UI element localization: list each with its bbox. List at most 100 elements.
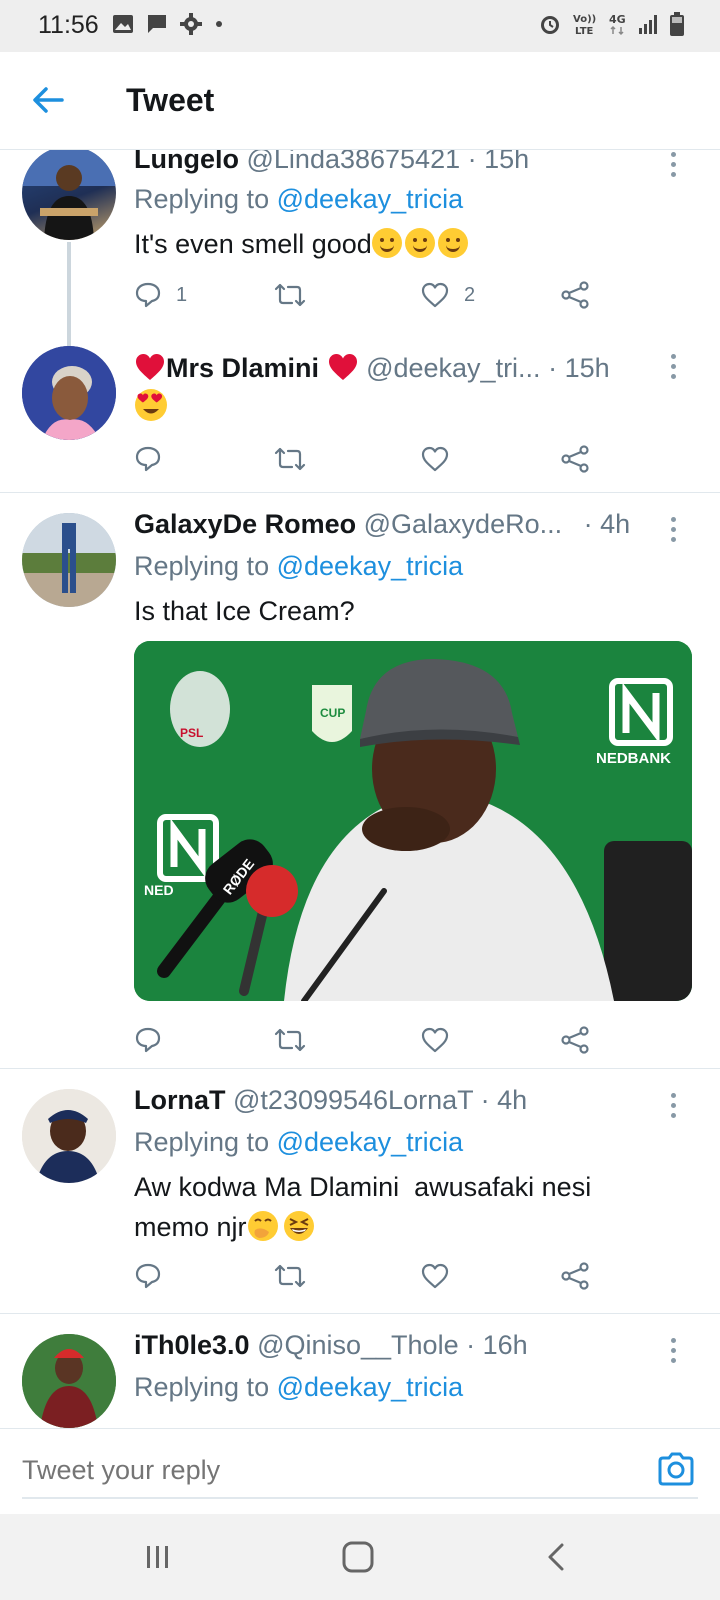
like-count: 2 (464, 283, 476, 306)
share-button[interactable] (560, 1261, 590, 1291)
tweet-text-line-2: memo njr (134, 1207, 674, 1247)
avatar[interactable] (22, 150, 116, 240)
tweet-media-photo[interactable]: PSL CUP NEDBANK NED RØDE (134, 641, 692, 1001)
replying-to-mention[interactable]: @deekay_tricia (277, 184, 464, 214)
tweet-text (134, 388, 168, 433)
retweet-button[interactable] (274, 444, 306, 474)
heart-outline-icon (421, 1263, 449, 1289)
tweet-text-line-1: Aw kodwa Ma Dlamini awusafaki nesi (134, 1172, 592, 1202)
like-button[interactable]: 2 (420, 280, 475, 310)
retweet-icon (274, 283, 306, 307)
tweet-header: Mrs Dlamini @deekay_tri... · 15h (134, 352, 610, 384)
heart-outline-icon (421, 446, 449, 472)
reply-button[interactable] (134, 1025, 162, 1055)
more-options-icon[interactable] (668, 354, 678, 382)
more-options-icon[interactable] (668, 1338, 678, 1366)
tweet-text-content: It's even smell good (134, 229, 372, 259)
author-name[interactable]: iTh0le3.0 (134, 1330, 250, 1360)
camera-icon[interactable] (656, 1451, 696, 1487)
system-nav-bar (0, 1514, 720, 1600)
tweet-text: Is that Ice Cream? (134, 591, 355, 631)
red-heart-emoji (136, 354, 164, 380)
avatar[interactable] (22, 1089, 116, 1183)
tweet-header: GalaxyDe Romeo @GalaxydeRo... · 4h (134, 509, 630, 540)
retweet-icon (274, 1028, 306, 1052)
reply-feed[interactable]: Lungelo @Linda38675421 · 15h Replying to… (0, 150, 720, 1428)
grinning-squint-face-emoji (283, 1211, 314, 1241)
author-name[interactable]: LornaT (134, 1085, 226, 1115)
recent-apps-icon[interactable] (138, 1540, 178, 1574)
share-icon (561, 281, 589, 309)
4g-icon: 4G (609, 13, 626, 36)
reply-input[interactable] (22, 1443, 698, 1499)
tweet-actions (134, 1025, 614, 1055)
retweet-icon (274, 1264, 306, 1288)
press-conference-photo: PSL CUP NEDBANK NED RØDE (134, 641, 692, 1001)
share-icon (561, 445, 589, 473)
red-heart-emoji (328, 354, 357, 380)
yum-face-emoji (371, 228, 402, 258)
author-handle[interactable]: @deekay_tri... (366, 353, 541, 383)
share-icon (561, 1262, 589, 1290)
author-name[interactable]: Lungelo (134, 150, 239, 174)
share-button[interactable] (560, 444, 590, 474)
like-button[interactable] (420, 444, 450, 474)
replying-to: Replying to @deekay_tricia (134, 1372, 463, 1403)
tweet-header: LornaT @t23099546LornaT · 4h (134, 1085, 527, 1116)
tweet-actions (134, 444, 614, 474)
replying-to: Replying to @deekay_tricia (134, 551, 463, 582)
svg-text:LTE: LTE (575, 26, 594, 36)
like-button[interactable] (420, 1025, 450, 1055)
author-handle[interactable]: @t23099546LornaT (233, 1085, 473, 1115)
avatar-photo (22, 1334, 116, 1428)
thread-line (67, 242, 71, 346)
retweet-icon (274, 447, 306, 471)
replying-to-label: Replying to (134, 1372, 270, 1402)
page-title: Tweet (126, 82, 215, 118)
author-handle[interactable]: @GalaxydeRo... (364, 509, 563, 539)
tweet-time: · 15h (548, 353, 610, 383)
author-name[interactable]: GalaxyDe Romeo (134, 509, 356, 539)
share-button[interactable] (560, 1025, 590, 1055)
home-icon[interactable] (338, 1540, 378, 1574)
avatar[interactable] (22, 513, 116, 607)
dot-icon (216, 21, 222, 27)
author-handle[interactable]: @Qiniso__Thole (257, 1330, 459, 1360)
heart-outline-icon (421, 282, 449, 308)
avatar[interactable] (22, 1334, 116, 1428)
reply-button[interactable] (134, 1261, 162, 1291)
author-handle[interactable]: @Linda38675421 (247, 150, 461, 174)
share-icon (561, 1026, 589, 1054)
retweet-button[interactable] (274, 280, 306, 310)
avatar[interactable] (22, 346, 116, 440)
gear-icon (180, 13, 202, 35)
replying-to-mention[interactable]: @deekay_tricia (277, 1127, 464, 1157)
share-button[interactable] (560, 280, 590, 310)
svg-text:CUP: CUP (320, 706, 345, 720)
retweet-button[interactable] (274, 1025, 306, 1055)
like-button[interactable] (420, 1261, 450, 1291)
more-options-icon[interactable] (668, 152, 678, 180)
more-options-icon[interactable] (668, 517, 678, 545)
tweet-lungelo[interactable]: Lungelo @Linda38675421 · 15h Replying to… (0, 150, 720, 346)
tweet-ith0le[interactable]: iTh0le3.0 @Qiniso__Thole · 16h Replying … (0, 1314, 720, 1428)
replying-to-label: Replying to (134, 184, 270, 214)
back-icon[interactable] (538, 1540, 578, 1574)
reply-button[interactable] (134, 444, 162, 474)
arrow-left-icon[interactable] (30, 82, 66, 118)
svg-text:4G: 4G (609, 13, 626, 26)
heart-eyes-face-emoji (135, 389, 167, 421)
tweet-text: Aw kodwa Ma Dlamini awusafaki nesi memo … (134, 1167, 674, 1247)
author-name[interactable]: Mrs Dlamini (166, 353, 319, 383)
status-left-icons (112, 13, 224, 35)
replying-to-mention[interactable]: @deekay_tricia (277, 1372, 464, 1402)
tweet-header: iTh0le3.0 @Qiniso__Thole · 16h (134, 1330, 528, 1361)
tweet-mrs-dlamini[interactable]: Mrs Dlamini @deekay_tri... · 15h (0, 346, 720, 492)
more-options-icon[interactable] (668, 1093, 678, 1121)
tweet-lornat[interactable]: LornaT @t23099546LornaT · 4h Replying to… (0, 1069, 720, 1313)
replying-to-mention[interactable]: @deekay_tricia (277, 551, 464, 581)
tweet-galaxyde-romeo[interactable]: GalaxyDe Romeo @GalaxydeRo... · 4h Reply… (0, 493, 720, 1067)
tweet-time: · 4h (480, 1085, 528, 1115)
reply-button[interactable]: 1 (134, 280, 187, 310)
retweet-button[interactable] (274, 1261, 306, 1291)
